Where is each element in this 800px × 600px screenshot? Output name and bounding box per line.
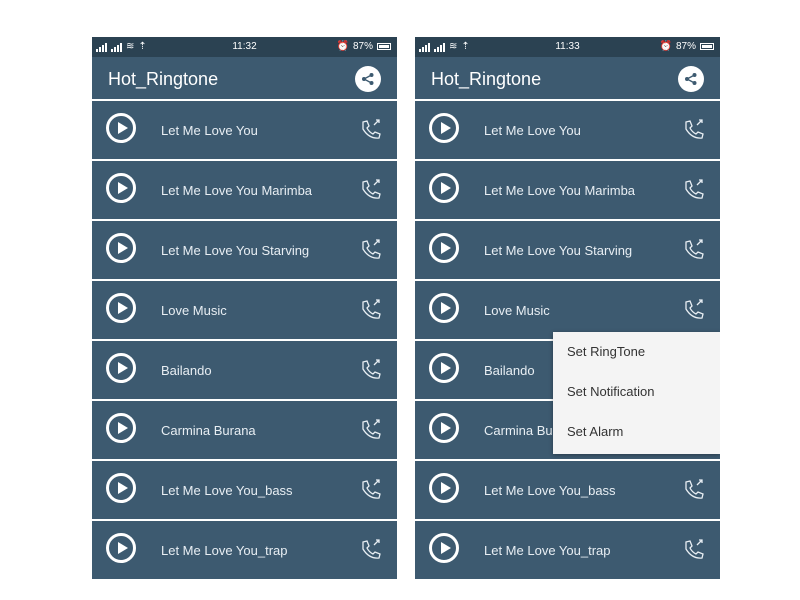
song-title: Bailando	[484, 363, 535, 378]
song-title: Let Me Love You	[161, 123, 258, 138]
song-title: Let Me Love You_bass	[161, 483, 293, 498]
share-icon	[362, 73, 374, 85]
play-icon[interactable]	[429, 293, 459, 323]
play-icon[interactable]	[106, 233, 136, 263]
phone-ring-icon[interactable]	[359, 537, 383, 561]
song-title: Bailando	[161, 363, 212, 378]
list-item[interactable]: Let Me Love You	[92, 101, 397, 159]
app-bar: Hot_Ringtone	[415, 57, 720, 99]
list-item[interactable]: Let Me Love You Starving	[92, 221, 397, 279]
app-bar: Hot_Ringtone	[92, 57, 397, 99]
phone-ring-icon[interactable]	[359, 297, 383, 321]
play-icon[interactable]	[106, 353, 136, 383]
app-title: Hot_Ringtone	[108, 69, 219, 89]
song-title: Carmina Bu	[484, 423, 553, 438]
list-item[interactable]: Carmina Burana	[92, 401, 397, 459]
share-button[interactable]	[355, 66, 381, 92]
play-icon[interactable]	[106, 413, 136, 443]
battery-percent: 87%	[352, 41, 373, 52]
phone-ring-icon[interactable]	[682, 477, 706, 501]
song-title: Love Music	[161, 303, 227, 318]
battery-icon	[700, 43, 714, 50]
song-title: Let Me Love You_trap	[484, 543, 611, 558]
song-title: Let Me Love You Marimba	[484, 183, 636, 198]
phone-ring-icon[interactable]	[359, 357, 383, 381]
list-item[interactable]: Love Music	[92, 281, 397, 339]
phone-ring-icon[interactable]	[359, 177, 383, 201]
play-icon[interactable]	[106, 533, 136, 563]
play-icon[interactable]	[106, 473, 136, 503]
phone-ring-icon[interactable]	[682, 237, 706, 261]
play-icon[interactable]	[106, 113, 136, 143]
list-item[interactable]: Let Me Love You_trap	[92, 521, 397, 579]
phone-ring-icon[interactable]	[682, 177, 706, 201]
play-icon[interactable]	[429, 473, 459, 503]
share-button[interactable]	[678, 66, 704, 92]
list-item[interactable]: Let Me Love You Marimba	[415, 161, 720, 219]
phone-screen-left: ≋ ⇡ 11:32 ⏰ 87% Hot_Ringtone Let Me Love…	[92, 37, 397, 580]
song-title: Let Me Love You_trap	[161, 543, 288, 558]
list-item[interactable]: Bailando	[92, 341, 397, 399]
list-item[interactable]: Let Me Love You_bass	[92, 461, 397, 519]
phone-ring-icon[interactable]	[359, 417, 383, 441]
song-title: Let Me Love You_bass	[484, 483, 616, 498]
play-icon[interactable]	[429, 173, 459, 203]
phone-ring-icon[interactable]	[682, 537, 706, 561]
song-title: Let Me Love You Marimba	[161, 183, 313, 198]
status-bar: ≋ ⇡ 11:33 ⏰ 87%	[415, 37, 720, 57]
phone-screen-right: ≋ ⇡ 11:33 ⏰ 87% Hot_Ringtone Let Me Love…	[415, 37, 720, 580]
ringtone-options-menu: Set RingTone Set Notification Set Alarm	[553, 332, 720, 454]
app-title: Hot_Ringtone	[431, 69, 542, 89]
battery-percent: 87%	[675, 41, 696, 52]
list-item[interactable]: Let Me Love You	[415, 101, 720, 159]
menu-item-set-alarm[interactable]: Set Alarm	[553, 412, 720, 452]
menu-item-set-ringtone[interactable]: Set RingTone	[553, 332, 720, 372]
phone-ring-icon[interactable]	[359, 117, 383, 141]
phone-ring-icon[interactable]	[682, 297, 706, 321]
song-title: Carmina Burana	[161, 423, 256, 438]
song-title: Love Music	[484, 303, 550, 318]
play-icon[interactable]	[106, 293, 136, 323]
ringtone-list: Let Me Love You Let Me Love You Marimba …	[92, 101, 397, 580]
phone-ring-icon[interactable]	[359, 477, 383, 501]
play-icon[interactable]	[106, 173, 136, 203]
phone-ring-icon[interactable]	[359, 237, 383, 261]
alarm-icon: ⏰	[336, 41, 349, 52]
list-item[interactable]: Let Me Love You Starving	[415, 221, 720, 279]
menu-item-set-notification[interactable]: Set Notification	[553, 372, 720, 412]
play-icon[interactable]	[429, 413, 459, 443]
alarm-icon: ⏰	[659, 41, 672, 52]
share-icon	[685, 73, 697, 85]
play-icon[interactable]	[429, 233, 459, 263]
song-title: Let Me Love You	[484, 123, 581, 138]
list-item[interactable]: Let Me Love You Marimba	[92, 161, 397, 219]
battery-icon	[377, 43, 391, 50]
play-icon[interactable]	[429, 353, 459, 383]
phone-ring-icon[interactable]	[682, 117, 706, 141]
play-icon[interactable]	[429, 113, 459, 143]
song-title: Let Me Love You Starving	[161, 243, 310, 258]
play-icon[interactable]	[429, 533, 459, 563]
list-item[interactable]: Love Music	[415, 281, 720, 339]
status-bar: ≋ ⇡ 11:32 ⏰ 87%	[92, 37, 397, 57]
list-item[interactable]: Let Me Love You_trap	[415, 521, 720, 579]
list-item[interactable]: Let Me Love You_bass	[415, 461, 720, 519]
song-title: Let Me Love You Starving	[484, 243, 633, 258]
